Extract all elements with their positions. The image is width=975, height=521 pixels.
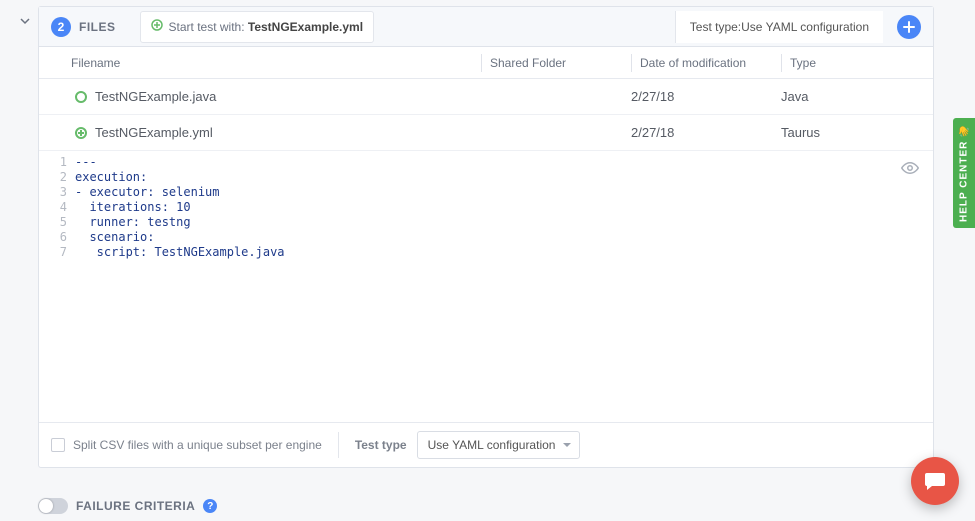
collapse-chevron-icon[interactable] <box>20 14 30 24</box>
start-test-with-box[interactable]: Start test with: TestNGExample.yml <box>140 11 375 43</box>
failure-title: FAILURE CRITERIA <box>76 499 195 513</box>
files-panel: 2 FILES Start test with: TestNGExample.y… <box>38 6 934 468</box>
col-filename[interactable]: Filename <box>51 56 481 70</box>
row-type: Taurus <box>781 125 881 140</box>
table-header: Filename Shared Folder Date of modificat… <box>39 47 933 79</box>
failure-toggle[interactable] <box>38 498 68 514</box>
col-shared[interactable]: Shared Folder <box>481 54 631 72</box>
col-date[interactable]: Date of modification <box>631 54 781 72</box>
split-csv-checkbox[interactable] <box>51 438 65 452</box>
files-count-badge: 2 <box>51 17 71 37</box>
panel-header: 2 FILES Start test with: TestNGExample.y… <box>39 7 933 47</box>
add-file-button[interactable] <box>897 15 921 39</box>
line-gutter: 1 2 3 4 5 6 7 <box>39 155 75 418</box>
circle-icon <box>71 90 91 104</box>
row-date: 2/27/18 <box>631 89 781 104</box>
test-type-label: Test type: <box>690 20 741 34</box>
test-type-select[interactable]: Use YAML configuration <box>417 431 581 459</box>
split-csv-label: Split CSV files with a unique subset per… <box>73 438 322 452</box>
help-icon[interactable]: ? <box>203 499 217 513</box>
separator <box>338 432 339 458</box>
chat-button[interactable] <box>911 457 959 505</box>
eye-icon[interactable] <box>901 159 919 181</box>
panel-title: FILES <box>79 20 116 34</box>
row-filename: TestNGExample.yml <box>95 125 213 140</box>
plus-circle-icon <box>71 126 91 140</box>
code-viewer[interactable]: 1 2 3 4 5 6 7 --- execution: - executor:… <box>39 151 933 423</box>
code-body: --- execution: - executor: selenium iter… <box>75 155 933 418</box>
row-filename: TestNGExample.java <box>95 89 216 104</box>
test-type-value: Use YAML configuration <box>741 20 869 34</box>
panel-footer: Split CSV files with a unique subset per… <box>39 423 933 467</box>
plus-circle-icon <box>151 19 163 34</box>
failure-criteria-section: FAILURE CRITERIA ? <box>38 498 217 514</box>
table-row[interactable]: TestNGExample.java 2/27/18 Java <box>39 79 933 115</box>
footer-test-type-label: Test type <box>355 438 407 452</box>
start-with-file: TestNGExample.yml <box>248 20 363 34</box>
files-table: Filename Shared Folder Date of modificat… <box>39 47 933 467</box>
row-type: Java <box>781 89 881 104</box>
row-date: 2/27/18 <box>631 125 781 140</box>
help-center-tab[interactable]: HELP CENTER 👋 <box>953 118 975 228</box>
test-type-header: Test type: Use YAML configuration <box>675 11 883 43</box>
col-type[interactable]: Type <box>781 54 881 72</box>
table-row[interactable]: TestNGExample.yml 2/27/18 Taurus <box>39 115 933 151</box>
start-with-label: Start test with: <box>169 20 245 34</box>
